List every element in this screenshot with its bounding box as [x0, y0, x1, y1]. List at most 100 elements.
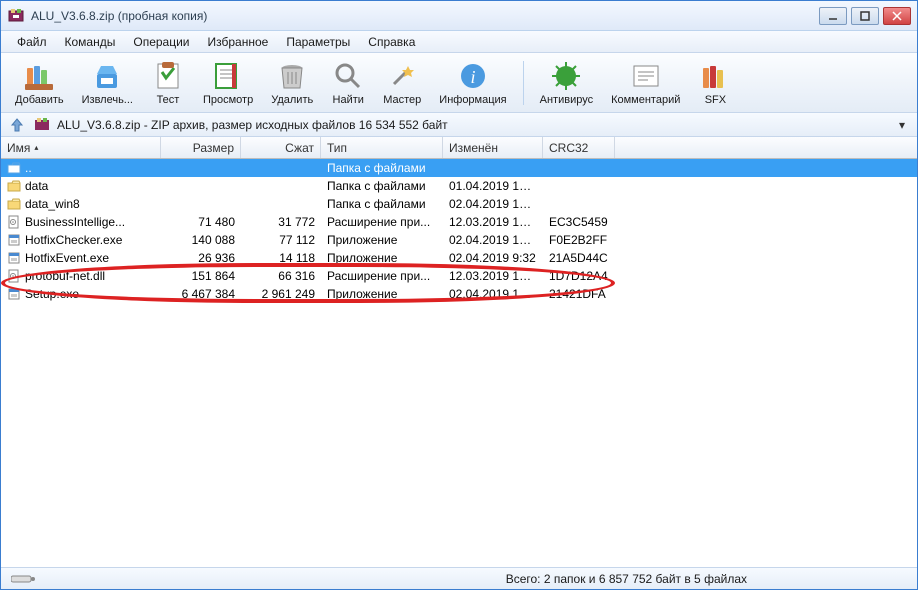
cell-modified: 12.03.2019 10:27 [443, 269, 543, 283]
cell-crc: 21A5D44C [543, 251, 615, 265]
view-icon [212, 60, 244, 92]
comment-button[interactable]: Комментарий [603, 56, 688, 110]
toolbar-label: Найти [333, 94, 364, 106]
find-button[interactable]: Найти [323, 56, 373, 110]
add-button[interactable]: Добавить [7, 56, 72, 110]
delete-button[interactable]: Удалить [263, 56, 321, 110]
cell-type: Папка с файлами [321, 179, 443, 193]
table-row[interactable]: dataПапка с файлами01.04.2019 12:45 [1, 177, 917, 195]
cell-name: BusinessIntellige... [1, 215, 161, 229]
antivirus-button[interactable]: Антивирус [532, 56, 601, 110]
cell-name: .. [1, 161, 161, 175]
cell-packed: 66 316 [241, 269, 321, 283]
search-icon [332, 60, 364, 92]
up-arrow-icon[interactable] [9, 117, 25, 133]
column-modified[interactable]: Изменён [443, 137, 543, 158]
cell-size: 140 088 [161, 233, 241, 247]
cell-crc: F0E2B2FF [543, 233, 615, 247]
maximize-button[interactable] [851, 7, 879, 25]
cell-size: 26 936 [161, 251, 241, 265]
statusbar: Всего: 2 папок и 6 857 752 байт в 5 файл… [1, 567, 917, 589]
toolbar-label: Извлечь... [82, 94, 133, 106]
cell-modified: 02.04.2019 9:32 [443, 251, 543, 265]
menu-favorites[interactable]: Избранное [200, 33, 277, 51]
column-packed[interactable]: Сжат [241, 137, 321, 158]
cell-type: Приложение [321, 251, 443, 265]
cell-type: Расширение при... [321, 215, 443, 229]
archive-file-icon [33, 116, 51, 134]
column-type[interactable]: Тип [321, 137, 443, 158]
toolbar-label: Антивирус [540, 94, 593, 106]
cell-type: Расширение при... [321, 269, 443, 283]
test-button[interactable]: Тест [143, 56, 193, 110]
minimize-button[interactable] [819, 7, 847, 25]
toolbar-label: Тест [157, 94, 180, 106]
cell-type: Папка с файлами [321, 197, 443, 211]
cell-name: Setup.exe [1, 287, 161, 301]
toolbar-label: Комментарий [611, 94, 680, 106]
cell-type: Приложение [321, 233, 443, 247]
disk-icon [11, 573, 35, 585]
toolbar-separator [523, 61, 524, 105]
wizard-button[interactable]: Мастер [375, 56, 429, 110]
toolbar: Добавить Извлечь... Тест Просмотр Удалит… [1, 53, 917, 113]
cell-size: 6 467 384 [161, 287, 241, 301]
close-button[interactable] [883, 7, 911, 25]
cell-name: data_win8 [1, 197, 161, 211]
cell-name: HotfixEvent.exe [1, 251, 161, 265]
info-icon: i [457, 60, 489, 92]
trash-icon [276, 60, 308, 92]
column-name[interactable]: Имя▴ [1, 137, 161, 158]
cell-size: 71 480 [161, 215, 241, 229]
antivirus-icon [550, 60, 582, 92]
titlebar: ALU_V3.6.8.zip (пробная копия) [1, 1, 917, 31]
extract-button[interactable]: Извлечь... [74, 56, 141, 110]
file-list[interactable]: ..Папка с файламиdataПапка с файлами01.0… [1, 159, 917, 567]
cell-size: 151 864 [161, 269, 241, 283]
cell-type: Приложение [321, 287, 443, 301]
toolbar-label: Информация [439, 94, 506, 106]
column-size[interactable]: Размер [161, 137, 241, 158]
table-row[interactable]: protobuf-net.dll151 86466 316Расширение … [1, 267, 917, 285]
cell-packed: 2 961 249 [241, 287, 321, 301]
window-title: ALU_V3.6.8.zip (пробная копия) [31, 9, 819, 23]
table-row[interactable]: BusinessIntellige...71 48031 772Расширен… [1, 213, 917, 231]
dropdown-icon[interactable]: ▾ [899, 118, 909, 132]
sort-arrow-icon: ▴ [34, 143, 38, 152]
toolbar-label: Удалить [271, 94, 313, 106]
view-button[interactable]: Просмотр [195, 56, 261, 110]
table-row[interactable]: ..Папка с файлами [1, 159, 917, 177]
list-header: Имя▴ Размер Сжат Тип Изменён CRC32 [1, 137, 917, 159]
column-crc[interactable]: CRC32 [543, 137, 615, 158]
table-row[interactable]: HotfixChecker.exe140 08877 112Приложение… [1, 231, 917, 249]
cell-modified: 01.04.2019 12:45 [443, 179, 543, 193]
table-row[interactable]: HotfixEvent.exe26 93614 118Приложение02.… [1, 249, 917, 267]
cell-modified: 02.04.2019 12:18 [443, 197, 543, 211]
info-button[interactable]: i Информация [431, 56, 514, 110]
cell-crc: EC3C5459 [543, 215, 615, 229]
table-row[interactable]: data_win8 Папка с файлами02.04.2019 12:18 [1, 195, 917, 213]
menu-parameters[interactable]: Параметры [278, 33, 358, 51]
menu-commands[interactable]: Команды [57, 33, 124, 51]
cell-crc: 21421DFA [543, 287, 615, 301]
cell-packed: 14 118 [241, 251, 321, 265]
toolbar-label: Добавить [15, 94, 64, 106]
app-icon [7, 7, 25, 25]
comment-icon [630, 60, 662, 92]
cell-modified: 02.04.2019 16:23 [443, 233, 543, 247]
cell-name: HotfixChecker.exe [1, 233, 161, 247]
toolbar-label: Просмотр [203, 94, 253, 106]
table-row[interactable]: Setup.exe6 467 3842 961 249Приложение02.… [1, 285, 917, 303]
sfx-icon [699, 60, 731, 92]
menu-operations[interactable]: Операции [125, 33, 197, 51]
status-text: Всего: 2 папок и 6 857 752 байт в 5 файл… [45, 572, 907, 586]
menu-file[interactable]: Файл [9, 33, 55, 51]
menu-help[interactable]: Справка [360, 33, 423, 51]
app-window: ALU_V3.6.8.zip (пробная копия) Файл Кома… [0, 0, 918, 590]
sfx-button[interactable]: SFX [690, 56, 740, 110]
path-text: ALU_V3.6.8.zip - ZIP архив, размер исход… [57, 118, 899, 132]
cell-packed: 31 772 [241, 215, 321, 229]
cell-modified: 02.04.2019 16:23 [443, 287, 543, 301]
cell-packed: 77 112 [241, 233, 321, 247]
cell-crc: 1D7D12A4 [543, 269, 615, 283]
